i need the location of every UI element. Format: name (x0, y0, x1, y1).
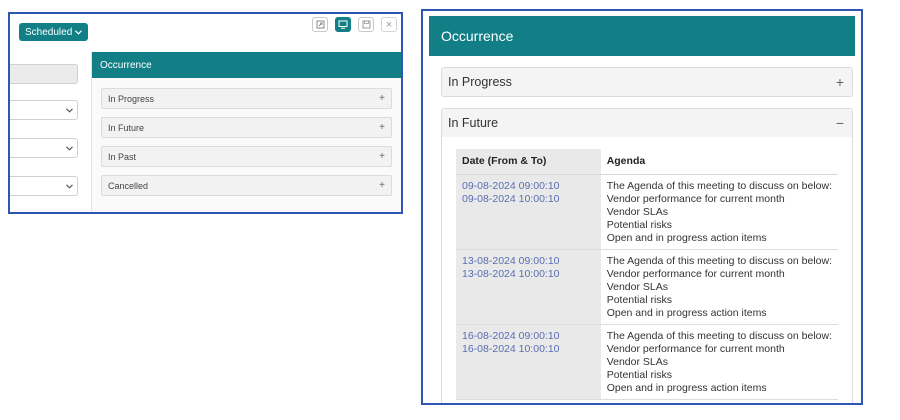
save-icon[interactable] (358, 17, 374, 32)
accordion-header[interactable]: In Future − (442, 109, 852, 137)
date-to-link[interactable]: 09-08-2024 10:00:10 (462, 193, 595, 206)
accordion-label: In Progress (448, 75, 512, 89)
date-to-link[interactable]: 16-08-2024 10:00:10 (462, 343, 595, 356)
agenda-line: Vendor SLAs (606, 205, 668, 218)
left-select-1[interactable] (10, 100, 78, 120)
agenda-line: Potential risks (606, 293, 673, 306)
date-cell: 13-08-2024 09:00:10 13-08-2024 10:00:10 (456, 249, 601, 325)
accordion-in-future[interactable]: In Future + (101, 117, 392, 138)
agenda-line: The Agenda of this meeting to discuss on… (606, 179, 832, 192)
date-to-link[interactable]: 13-08-2024 10:00:10 (462, 268, 595, 281)
agenda-cell: The Agenda of this meeting to discuss on… (600, 249, 838, 325)
plus-icon: + (379, 93, 385, 104)
date-cell: 09-08-2024 09:00:10 09-08-2024 10:00:10 (456, 174, 601, 250)
plus-icon: + (379, 151, 385, 162)
table-header-row: Date (From & To) Agenda (456, 149, 838, 175)
date-from-link[interactable]: 13-08-2024 09:00:10 (462, 255, 595, 268)
close-icon[interactable]: × (381, 17, 397, 32)
accordion-label: Cancelled (108, 180, 149, 191)
left-select-2[interactable] (10, 138, 78, 158)
accordion-header[interactable]: In Progress + (442, 68, 852, 96)
minus-icon: − (835, 115, 844, 131)
plus-icon: + (835, 74, 844, 90)
agenda-cell: The Agenda of this meeting to discuss on… (600, 324, 838, 400)
monitor-icon[interactable] (335, 17, 351, 32)
occurrence-header: Occurrence (429, 16, 855, 56)
status-dropdown-button[interactable]: Scheduled (19, 23, 89, 41)
column-header-agenda: Agenda (600, 149, 838, 175)
window-toolbar: × (312, 17, 397, 32)
table-row: 13-08-2024 09:00:10 13-08-2024 10:00:10 … (456, 249, 838, 325)
agenda-line: Vendor SLAs (606, 355, 668, 368)
agenda-line: Vendor SLAs (606, 280, 668, 293)
agenda-line: The Agenda of this meeting to discuss on… (606, 329, 832, 342)
plus-icon: + (379, 122, 385, 133)
accordion-in-progress[interactable]: In Progress + (441, 67, 853, 97)
accordion-label: In Future (108, 122, 145, 133)
left-screenshot: Scheduled × Occurrence In Progress + In (8, 12, 403, 214)
occurrence-panel-small: Occurrence In Progress + In Future + In … (91, 52, 401, 212)
accordion-in-future[interactable]: In Future − Date (From & To) Agenda 09-0… (441, 108, 853, 403)
right-screenshot: Occurrence In Progress + In Future − Dat… (421, 9, 863, 405)
date-cell: 16-08-2024 09:00:10 16-08-2024 10:00:10 (456, 324, 601, 400)
agenda-line: Vendor performance for current month (606, 192, 785, 205)
agenda-line: Vendor performance for current month (606, 342, 785, 355)
left-select-3[interactable] (10, 176, 78, 196)
agenda-cell: The Agenda of this meeting to discuss on… (600, 174, 838, 250)
table-row: 09-08-2024 09:00:10 09-08-2024 10:00:10 … (456, 174, 838, 250)
table-row: 16-08-2024 09:00:10 16-08-2024 10:00:10 … (456, 324, 838, 400)
status-label: Scheduled (25, 26, 73, 38)
column-header-date: Date (From & To) (456, 149, 601, 175)
date-from-link[interactable]: 09-08-2024 09:00:10 (462, 180, 595, 193)
agenda-line: The Agenda of this meeting to discuss on… (606, 254, 832, 267)
accordion-in-past[interactable]: In Past + (101, 146, 392, 167)
left-field-1[interactable] (10, 64, 78, 84)
agenda-line: Vendor performance for current month (606, 267, 785, 280)
occurrence-table: Date (From & To) Agenda 09-08-2024 09:00… (456, 149, 838, 400)
chevron-down-icon (75, 27, 83, 38)
agenda-line: Open and in progress action items (606, 306, 767, 319)
agenda-line: Potential risks (606, 218, 673, 231)
accordion-label: In Progress (108, 93, 155, 104)
plus-icon: + (379, 180, 385, 191)
date-from-link[interactable]: 16-08-2024 09:00:10 (462, 330, 595, 343)
accordion-label: In Future (448, 116, 499, 130)
chevron-down-icon (66, 143, 73, 153)
restore-icon[interactable] (312, 17, 328, 32)
chevron-down-icon (66, 181, 73, 191)
accordion-in-progress[interactable]: In Progress + (101, 88, 392, 109)
accordion-cancelled[interactable]: Cancelled + (101, 175, 392, 196)
agenda-line: Open and in progress action items (606, 231, 767, 244)
chevron-down-icon (66, 105, 73, 115)
agenda-line: Open and in progress action items (606, 381, 767, 394)
agenda-line: Potential risks (606, 368, 673, 381)
occurrence-header: Occurrence (92, 52, 401, 78)
accordion-label: In Past (108, 151, 137, 162)
